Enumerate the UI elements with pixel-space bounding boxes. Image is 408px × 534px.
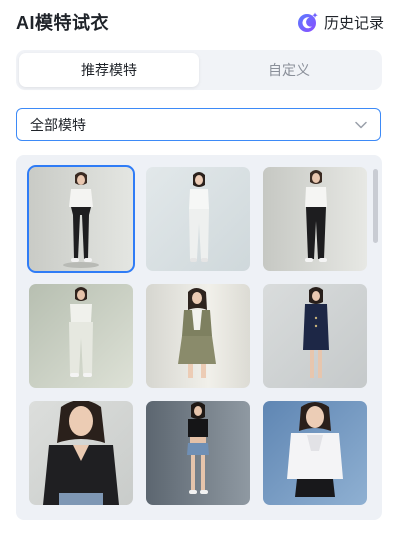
model-photo — [263, 167, 367, 271]
model-card[interactable] — [263, 401, 367, 505]
model-card[interactable] — [27, 165, 135, 273]
chevron-down-icon — [355, 121, 367, 128]
model-card[interactable] — [29, 401, 133, 505]
header: AI模特试衣 历史记录 — [16, 10, 384, 34]
tab-recommended-models[interactable]: 推荐模特 — [19, 53, 199, 87]
model-card[interactable] — [146, 167, 250, 271]
model-photo — [263, 284, 367, 388]
model-photo — [146, 167, 250, 271]
model-photo — [29, 401, 133, 505]
model-photo — [29, 167, 133, 271]
model-card[interactable] — [146, 401, 250, 505]
model-card[interactable] — [146, 284, 250, 388]
page-title: AI模特试衣 — [16, 13, 109, 33]
model-photo — [263, 401, 367, 505]
model-gallery — [16, 155, 382, 520]
history-label: 历史记录 — [323, 14, 384, 32]
model-filter-select[interactable]: 全部模特 — [16, 108, 381, 141]
model-card[interactable] — [263, 167, 367, 271]
model-card[interactable] — [263, 284, 367, 388]
tab-custom[interactable]: 自定义 — [199, 53, 379, 87]
model-card[interactable] — [29, 284, 133, 388]
model-photo — [146, 401, 250, 505]
moon-sparkle-icon — [297, 12, 318, 32]
history-button[interactable]: 历史记录 — [297, 11, 384, 33]
model-filter-value: 全部模特 — [30, 116, 86, 133]
model-photo — [29, 284, 133, 388]
model-grid — [27, 165, 367, 505]
model-photo — [146, 284, 250, 388]
gallery-scrollbar[interactable] — [373, 169, 378, 243]
mode-tabs: 推荐模特 自定义 — [16, 50, 382, 90]
